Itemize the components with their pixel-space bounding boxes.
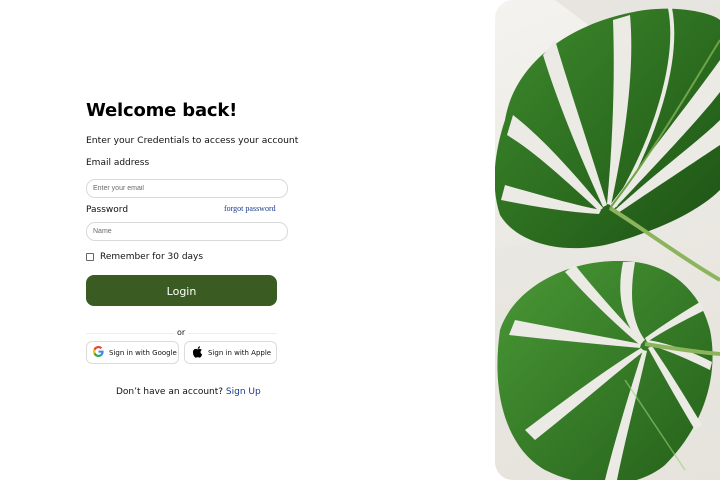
password-label: Password bbox=[86, 205, 129, 215]
page-title: Welcome back! bbox=[86, 100, 238, 121]
page-subtitle: Enter your Credentials to access your ac… bbox=[86, 135, 299, 146]
signup-link[interactable]: Sign Up bbox=[226, 387, 261, 397]
google-icon bbox=[93, 346, 104, 359]
signup-prompt-row: Don’t have an account? Sign Up bbox=[116, 386, 261, 398]
email-field[interactable] bbox=[86, 179, 288, 198]
email-label: Email address bbox=[86, 158, 150, 168]
forgot-password-link[interactable]: forgot password bbox=[224, 204, 276, 214]
remember-label: Remember for 30 days bbox=[100, 252, 204, 262]
divider-or-label: or bbox=[174, 328, 189, 338]
apple-icon bbox=[192, 345, 203, 360]
apple-signin-label: Sign in with Apple bbox=[208, 348, 272, 357]
monstera-leaf-image bbox=[495, 0, 720, 480]
login-page: Welcome back! Enter your Credentials to … bbox=[0, 0, 720, 480]
remember-row: Remember for 30 days bbox=[86, 252, 203, 262]
password-field[interactable] bbox=[86, 222, 288, 241]
login-button[interactable]: Login bbox=[86, 275, 277, 306]
google-signin-label: Sign in with Google bbox=[109, 348, 177, 357]
apple-signin-button[interactable]: Sign in with Apple bbox=[184, 341, 277, 364]
remember-checkbox[interactable] bbox=[86, 253, 94, 261]
login-form: Welcome back! Enter your Credentials to … bbox=[86, 100, 298, 397]
signup-prompt: Don’t have an account? bbox=[116, 387, 224, 397]
google-signin-button[interactable]: Sign in with Google bbox=[86, 341, 179, 364]
